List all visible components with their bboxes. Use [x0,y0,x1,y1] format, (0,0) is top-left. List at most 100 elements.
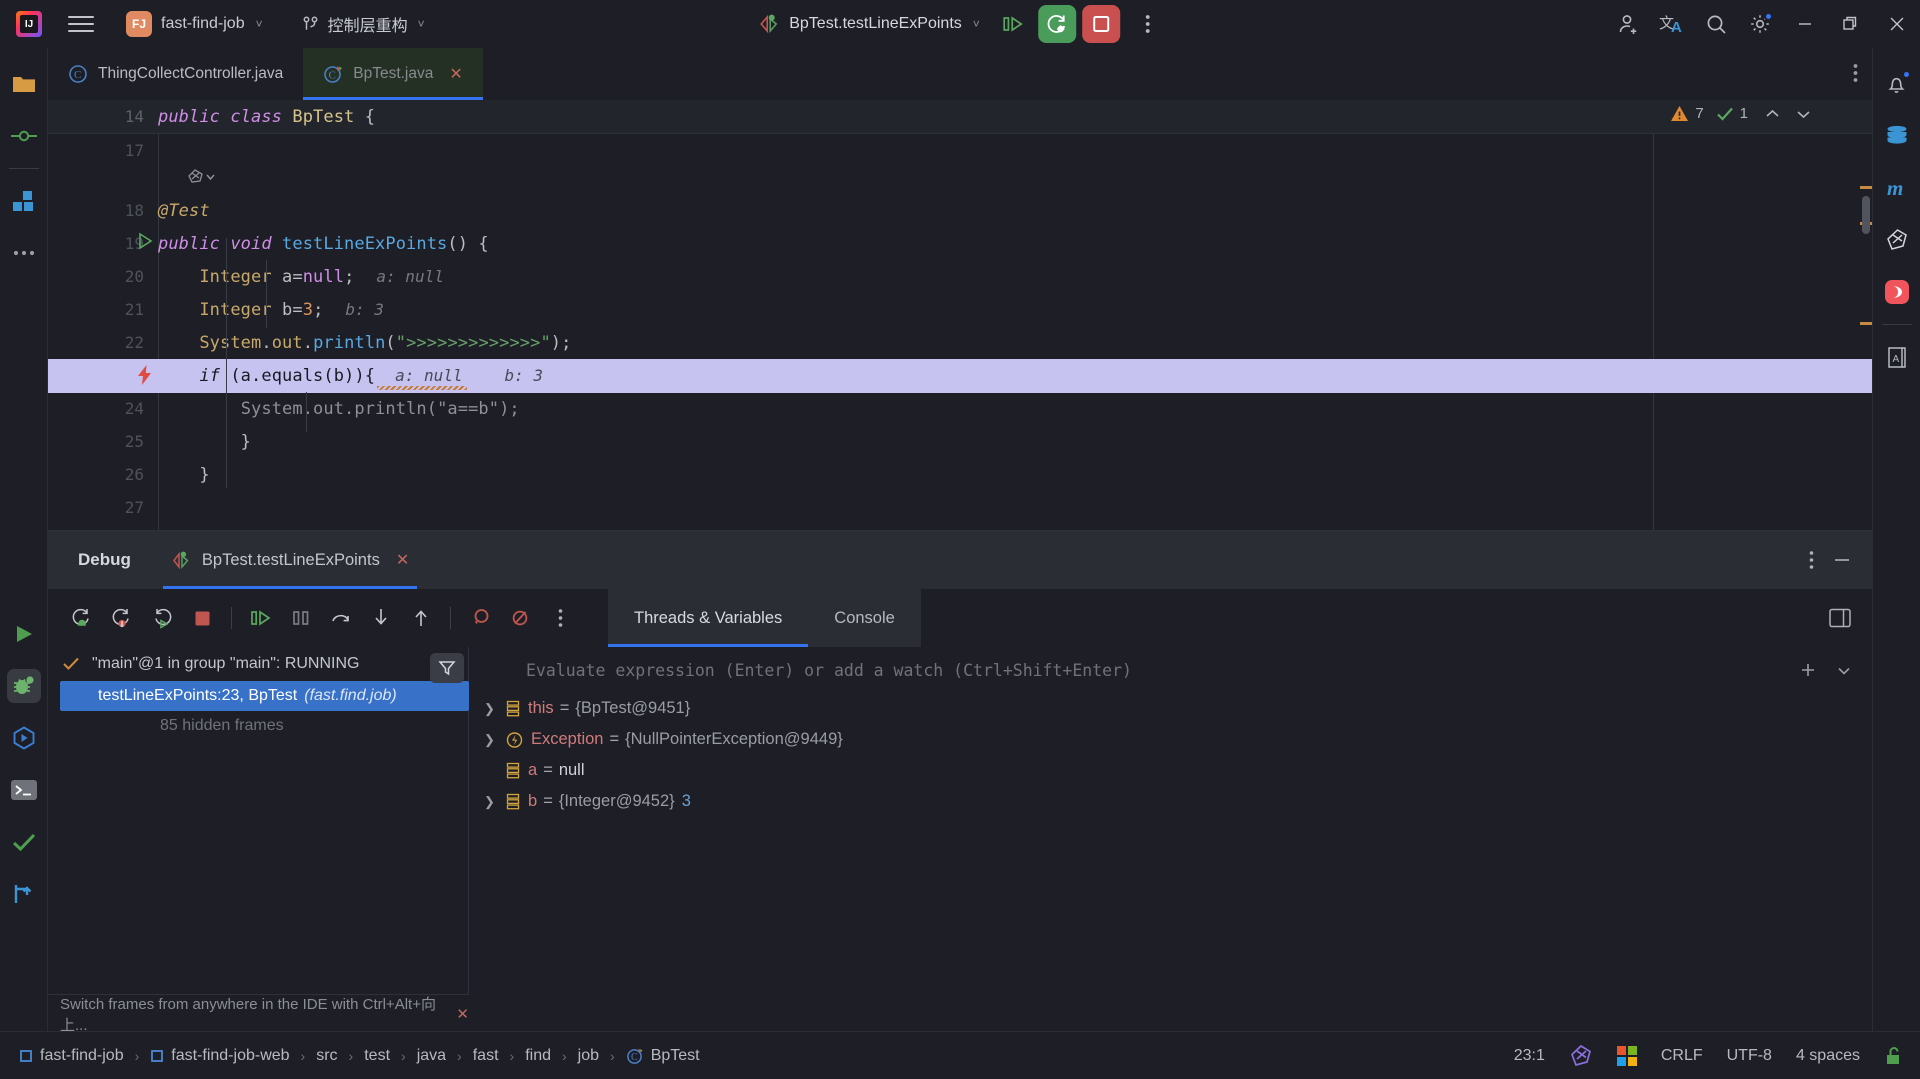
commit-icon[interactable] [0,110,48,162]
code-line-23[interactable]: if (a.equals(b)){ a: null b: 3 [48,359,1872,393]
minimize-panel-icon[interactable] [1832,551,1852,569]
thread-row[interactable]: "main"@1 in group "main": RUNNING [48,647,468,681]
line-separator[interactable]: CRLF [1661,1047,1703,1065]
apifox-icon[interactable] [1873,266,1920,318]
git-icon[interactable] [0,868,48,920]
code-line-22[interactable]: 22 System.out.println(">>>>>>>>>>>>>"); [48,326,1872,360]
run-icon[interactable] [0,608,48,660]
stop-and-rerun-button[interactable] [105,601,139,635]
translate-icon[interactable]: 文 A [1650,0,1694,48]
evaluate-expression-bar[interactable]: Evaluate expression (Enter) or add a wat… [470,647,1872,693]
code-line-20[interactable]: 20 Integer a=null; a: null [48,260,1872,294]
chevron-down-icon[interactable] [1836,664,1852,677]
breadcrumb-item-src[interactable]: src [311,1044,342,1068]
services-icon[interactable] [0,712,48,764]
breadcrumb-item-find[interactable]: find [520,1044,556,1068]
minimize-button[interactable] [1782,0,1828,48]
hamburger-menu-icon[interactable] [58,0,104,48]
file-encoding[interactable]: UTF-8 [1727,1047,1772,1065]
search-icon[interactable] [1694,0,1738,48]
add-user-icon[interactable] [1606,0,1650,48]
code-line-26[interactable]: 26 } [48,458,1872,492]
filter-icon[interactable] [430,653,464,683]
tab-threads-and-variables[interactable]: Threads & Variables [608,589,809,647]
problems-check-icon[interactable] [0,816,48,868]
code-line-27[interactable]: 27 [48,491,1872,525]
tab-console[interactable]: Console [808,589,921,647]
restart-frame-button[interactable] [145,601,179,635]
variable-row-this[interactable]: ❯ this = {BpTest@9451} [470,693,1872,724]
close-button[interactable] [1874,0,1920,48]
mybatis-icon[interactable] [1873,214,1920,266]
expand-chevron-icon[interactable]: ❯ [484,794,506,810]
project-selector[interactable]: FJ fast-find-job ˅ [118,7,271,41]
expand-chevron-icon[interactable]: ❯ [484,732,506,748]
variable-row-a[interactable]: a = null [470,755,1872,786]
close-icon[interactable]: ✕ [449,64,462,84]
breadcrumb-item-java[interactable]: java [412,1044,451,1068]
variable-row-exception[interactable]: ❯ Exception = {NullPointerException@9449… [470,724,1872,755]
code-line-19[interactable]: 19 public void testLineExPoints() { [48,227,1872,261]
editor-tab-bptest[interactable]: C BpTest.java ✕ [303,48,483,100]
resume-program-button[interactable] [994,5,1032,43]
indent-setting[interactable]: 4 spaces [1796,1047,1860,1065]
run-test-gutter-icon[interactable] [136,232,154,250]
terminal-icon[interactable] [0,764,48,816]
mybatis-icon[interactable] [1569,1044,1593,1068]
debug-icon[interactable] [0,660,48,712]
settings-gear-icon[interactable] [1738,0,1782,48]
breakpoint-exception-icon[interactable] [134,364,156,386]
translation-book-icon[interactable]: A [1873,331,1920,383]
breadcrumb-item-fast-find-job-web[interactable]: fast-find-job-web [145,1044,294,1068]
more-vertical-icon[interactable] [543,601,577,635]
more-tools-icon[interactable] [0,227,48,279]
git-branch-selector[interactable]: 控制层重构 ˅ [293,8,433,40]
database-icon[interactable] [1873,110,1920,162]
maven-icon[interactable]: m [1873,162,1920,214]
stop-button[interactable] [1081,5,1120,43]
run-configuration-selector[interactable]: BpTest.testLineExPoints ˅ [750,10,988,38]
code-line-24[interactable]: 24 System.out.println("a==b"); [48,392,1872,426]
step-over-button[interactable] [324,601,358,635]
code-line-18[interactable]: 18 @Test [48,194,1872,228]
pause-program-button[interactable] [284,601,318,635]
more-vertical-icon[interactable] [1809,550,1814,570]
add-watch-icon[interactable] [1798,660,1818,680]
next-problem-icon[interactable] [1795,107,1812,121]
code-line-25[interactable]: 25 } [48,425,1872,459]
maximize-button[interactable] [1828,0,1874,48]
prev-problem-icon[interactable] [1764,107,1781,121]
inspection-widget[interactable]: 7 1 [1670,104,1812,123]
project-folder-icon[interactable] [0,58,48,110]
notifications-bell-icon[interactable] [1873,58,1920,110]
close-icon[interactable]: ✕ [396,550,409,570]
breadcrumb-item-bptest[interactable]: C BpTest [621,1044,705,1068]
step-into-button[interactable] [364,601,398,635]
breadcrumb-item-job[interactable]: job [573,1044,604,1068]
code-line-gutter-icons[interactable] [48,160,1872,194]
structure-icon[interactable] [0,175,48,227]
cursor-position[interactable]: 23:1 [1514,1047,1545,1065]
resume-program-button[interactable] [244,601,278,635]
more-vertical-icon[interactable] [1126,0,1170,48]
step-out-button[interactable] [404,601,438,635]
rerun-debug-button[interactable] [65,601,99,635]
debug-session-tab[interactable]: BpTest.testLineExPoints ✕ [162,531,418,589]
editor-tab-thingcollectcontroller[interactable]: C ThingCollectController.java [48,48,303,100]
breadcrumb-item-test[interactable]: test [359,1044,395,1068]
mute-breakpoints-button[interactable] [503,601,537,635]
view-breakpoints-button[interactable] [463,601,497,635]
more-vertical-icon[interactable] [1853,62,1858,84]
variable-row-b[interactable]: ❯ b = {Integer@9452} 3 [470,786,1872,817]
breadcrumb-item-fast-find-job[interactable]: fast-find-job [14,1044,129,1068]
layout-settings-icon[interactable] [1828,607,1852,629]
expand-chevron-icon[interactable]: ❯ [484,701,506,717]
code-line-21[interactable]: 21 Integer b=3; b: 3 [48,293,1872,327]
hidden-frames-label[interactable]: 85 hidden frames [48,711,468,741]
rerun-debug-button[interactable] [1037,5,1076,43]
stop-button[interactable] [185,601,219,635]
code-editor[interactable]: 14 public class BpTest { 7 1 17 18 @Test… [48,100,1872,530]
breadcrumb-item-fast[interactable]: fast [468,1044,504,1068]
stack-frame-row[interactable]: testLineExPoints:23, BpTest (fast.find.j… [60,681,469,711]
windows-icon[interactable] [1616,1045,1637,1066]
